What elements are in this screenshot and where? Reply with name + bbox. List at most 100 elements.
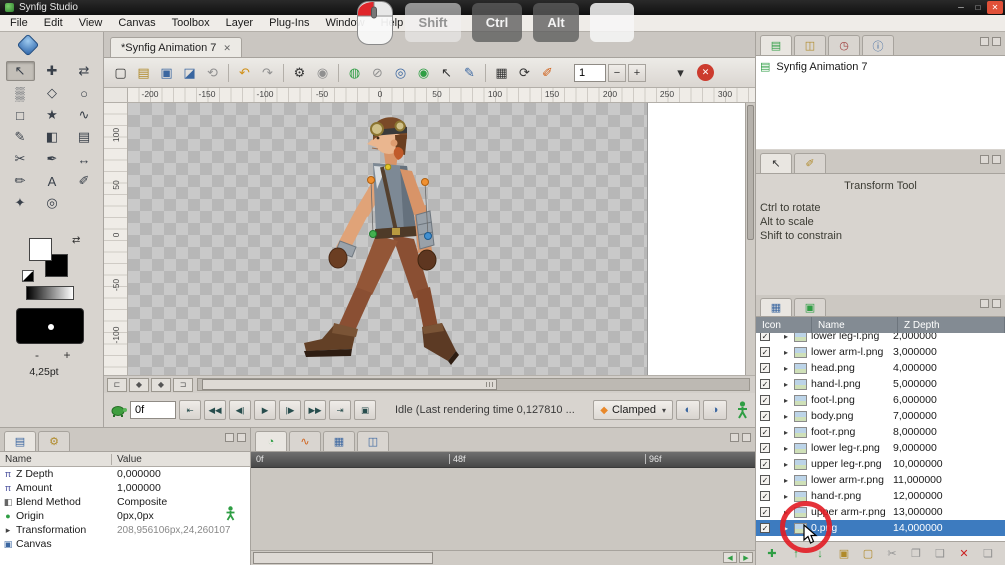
param-row[interactable]: ▣Canvas [0,537,250,551]
layer-checkbox[interactable]: ✓ [760,491,770,501]
tool-transform[interactable]: ↖ [6,61,35,81]
tool-brush[interactable]: ✐ [70,171,99,191]
layer-checkbox[interactable]: ✓ [760,411,770,421]
nav-right-button[interactable]: ▶ [739,552,753,563]
tool-fill[interactable]: ◧ [38,127,67,147]
expander-icon[interactable]: ▸ [784,492,794,501]
layer-checkbox[interactable]: ✓ [760,523,770,533]
panel-controls[interactable] [730,433,751,442]
panel-controls[interactable] [980,37,1001,46]
tab-canvases[interactable]: ▤ [760,35,792,55]
tool-text[interactable]: ▤ [70,127,99,147]
bounds-future-button[interactable]: ⊐ [173,378,193,392]
save-as-button[interactable]: ◪ [179,62,200,83]
layer-row[interactable]: ✓▸lower leg-l.png2,000000 [756,333,1005,344]
prev-keyframe-button[interactable]: ◀◀ [204,400,226,420]
toggle-snap-button[interactable]: ◎ [390,62,411,83]
tool-gradient[interactable]: ▒ [6,83,35,103]
play-button[interactable]: ▶ [254,400,276,420]
tool-draw[interactable]: ✎ [6,127,35,147]
expander-icon[interactable]: ▸ [784,476,794,485]
layer-checkbox[interactable]: ✓ [760,475,770,485]
canvas-tab[interactable]: *Synfig Animation 7 ✕ [110,37,242,57]
default-gradient-swatch[interactable] [26,286,74,300]
layer-row[interactable]: ✓▸head.png4,000000 [756,360,1005,376]
stop-button[interactable]: ✕ [697,64,714,81]
duplicate-layer-button[interactable]: ❏ [978,545,998,563]
column-value[interactable]: Value [112,454,250,465]
layer-row[interactable]: ✓▸lower leg-r.png9,000000 [756,440,1005,456]
save-button[interactable]: ▣ [156,62,177,83]
add-layer-button[interactable]: ✚ [762,545,782,563]
timetrack-area[interactable] [251,468,755,551]
tool-smooth-move[interactable]: ✚ [38,61,67,81]
open-button[interactable]: ▤ [133,62,154,83]
tab-children[interactable]: ⚙ [38,431,70,451]
render-options-button[interactable]: ⚙ [289,62,310,83]
expander-icon[interactable]: ▸ [784,333,794,341]
toggle-onion-button[interactable]: ◉ [413,62,434,83]
param-value[interactable]: 0,000000 [112,468,250,480]
background-render-button[interactable]: ✐ [537,62,558,83]
current-time-input[interactable] [130,401,176,419]
tab-close-icon[interactable]: ✕ [223,43,231,54]
revert-button[interactable]: ⟲ [202,62,223,83]
panel-controls[interactable] [980,299,1001,308]
tool-cutout[interactable]: ✂ [6,149,35,169]
layer-checkbox[interactable]: ✓ [760,347,770,357]
timetrack-nav-buttons[interactable]: ◀▶ [723,552,753,563]
layer-checkbox[interactable]: ✓ [760,427,770,437]
outline-color-swatch[interactable] [29,238,52,261]
menu-canvas[interactable]: Canvas [110,16,163,30]
menu-file[interactable]: File [2,16,36,30]
layer-row[interactable]: ✓▸lower arm-l.png3,000000 [756,344,1005,360]
timetrack-ruler[interactable]: 0f 48f 96f [251,452,755,468]
tool-eyedrop[interactable]: ✦ [6,193,35,213]
bounds-past-button[interactable]: ⊏ [107,378,127,392]
layer-row[interactable]: ✓▸hand-r.png12,000000 [756,488,1005,504]
tab-params-track[interactable]: ▦ [323,431,355,451]
canvas-vertical-scrollbar[interactable] [745,103,755,375]
param-row[interactable]: πAmount1,000000 [0,481,250,495]
undo-button[interactable]: ↶ [234,62,255,83]
toggle-grid-button[interactable]: ⊘ [367,62,388,83]
animate-mode-icon[interactable] [736,401,749,419]
decrease-size-button[interactable]: - [29,348,45,362]
tab-brush-options[interactable]: ✐ [794,153,826,173]
expander-icon[interactable]: ▸ [784,444,794,453]
tab-tool-options[interactable]: ↖ [760,153,792,173]
layer-checkbox[interactable]: ✓ [760,363,770,373]
tool-mirror[interactable]: ⇄ [70,61,99,81]
delete-layer-button[interactable]: ✕ [954,545,974,563]
menu-view[interactable]: View [71,16,111,30]
layer-checkbox[interactable]: ✓ [760,507,770,517]
layer-checkbox[interactable]: ✓ [760,379,770,389]
tab-metadata[interactable]: ◫ [357,431,389,451]
keyframe-past-button[interactable]: ◆ [129,378,149,392]
expander-icon[interactable]: ▸ [784,364,794,373]
close-button[interactable]: ✕ [987,1,1003,14]
expander-icon[interactable]: ▸ [784,396,794,405]
panel-controls[interactable] [225,433,246,442]
expander-icon[interactable]: ▸ [784,460,794,469]
seek-end-button[interactable]: ⇥ [329,400,351,420]
zoom-out-button[interactable]: − [608,64,626,82]
minimize-button[interactable]: ─ [953,1,969,14]
mode-select-button[interactable]: ↖ [436,62,457,83]
param-row[interactable]: πZ Depth0,000000 [0,467,250,481]
scrollbar-thumb[interactable] [253,552,433,564]
tool-zoom[interactable]: ◎ [38,193,67,213]
param-row[interactable]: ▸Transformation208,956106px,24,260107 [0,523,250,537]
canvas-viewport[interactable] [128,103,745,375]
tab-recent[interactable]: ◷ [828,35,860,55]
tab-history[interactable]: ◫ [794,35,826,55]
increase-size-button[interactable]: + [59,348,75,362]
param-value[interactable]: 208,956106px,24,260107 [112,525,250,536]
layer-row[interactable]: ✓▸hand-l.png5,000000 [756,376,1005,392]
canvas-list-item[interactable]: ▤ Synfig Animation 7 [760,60,1001,73]
group-layer-button[interactable]: ▣ [834,545,854,563]
expander-icon[interactable]: ▸ [784,380,794,389]
column-name[interactable]: Name [812,317,898,333]
tool-polygon[interactable]: ◇ [38,83,67,103]
layer-row[interactable]: ✓▸upper leg-r.png10,000000 [756,456,1005,472]
